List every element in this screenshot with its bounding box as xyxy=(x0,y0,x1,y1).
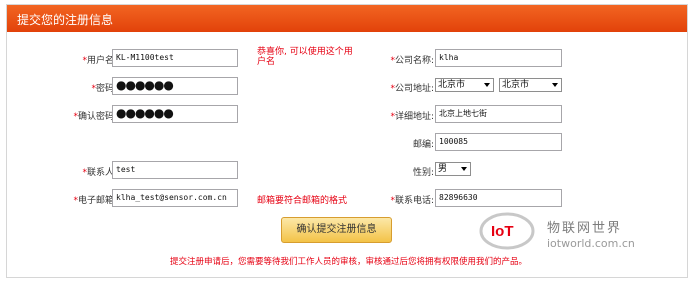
postcode-label: 邮编: xyxy=(412,140,434,150)
chevron-down-icon xyxy=(484,83,490,87)
province-select[interactable]: 北京市 xyxy=(435,78,494,92)
confirm-password-field[interactable]: ●●●●●● xyxy=(112,105,238,123)
email-field[interactable]: klha_test@sensor.com.cn xyxy=(112,189,238,207)
page-title: 提交您的注册信息 xyxy=(17,13,114,27)
username-field[interactable]: KL-M1100test xyxy=(112,49,238,67)
svg-text:IoT: IoT xyxy=(491,223,514,240)
company-name-label: *公司名称: xyxy=(390,56,434,66)
gender-label: 性别: xyxy=(412,168,434,178)
email-label: *电子邮箱: xyxy=(73,196,117,206)
contact-field[interactable]: test xyxy=(112,161,238,179)
postcode-field[interactable]: 100085 xyxy=(435,133,562,151)
detail-address-label: *详细地址: xyxy=(390,112,434,122)
submit-button[interactable]: 确认提交注册信息 xyxy=(281,217,392,243)
watermark-en: iotworld.com.cn xyxy=(547,237,635,250)
phone-label: *联系电话: xyxy=(390,196,434,206)
iot-logo-icon: IoT xyxy=(479,212,535,250)
confirm-password-label: *确认密码: xyxy=(73,112,117,122)
chevron-down-icon xyxy=(552,83,558,87)
detail-address-field[interactable]: 北京上地七街 xyxy=(435,105,562,123)
city-select[interactable]: 北京市 xyxy=(499,78,562,92)
gender-select[interactable]: 男 xyxy=(435,162,471,176)
chevron-down-icon xyxy=(461,167,467,171)
registration-panel: 提交您的注册信息 *用户名: KL-M1100test 恭喜你, 可以使用这个用… xyxy=(6,4,688,278)
contact-label: *联系人: xyxy=(82,168,117,178)
review-notice: 提交注册申请后，您需要等待我们工作人员的审核，审核通过后您将拥有权限使用我们的产… xyxy=(170,257,528,267)
company-name-field[interactable]: klha xyxy=(435,49,562,67)
watermark-cn: 物联网世界 xyxy=(547,221,623,236)
company-address-label: *公司地址: xyxy=(390,84,434,94)
title-bar: 提交您的注册信息 xyxy=(7,5,687,32)
username-label: *用户名: xyxy=(82,56,117,66)
password-field[interactable]: ●●●●●● xyxy=(112,77,238,95)
password-label: *密码: xyxy=(91,84,117,94)
